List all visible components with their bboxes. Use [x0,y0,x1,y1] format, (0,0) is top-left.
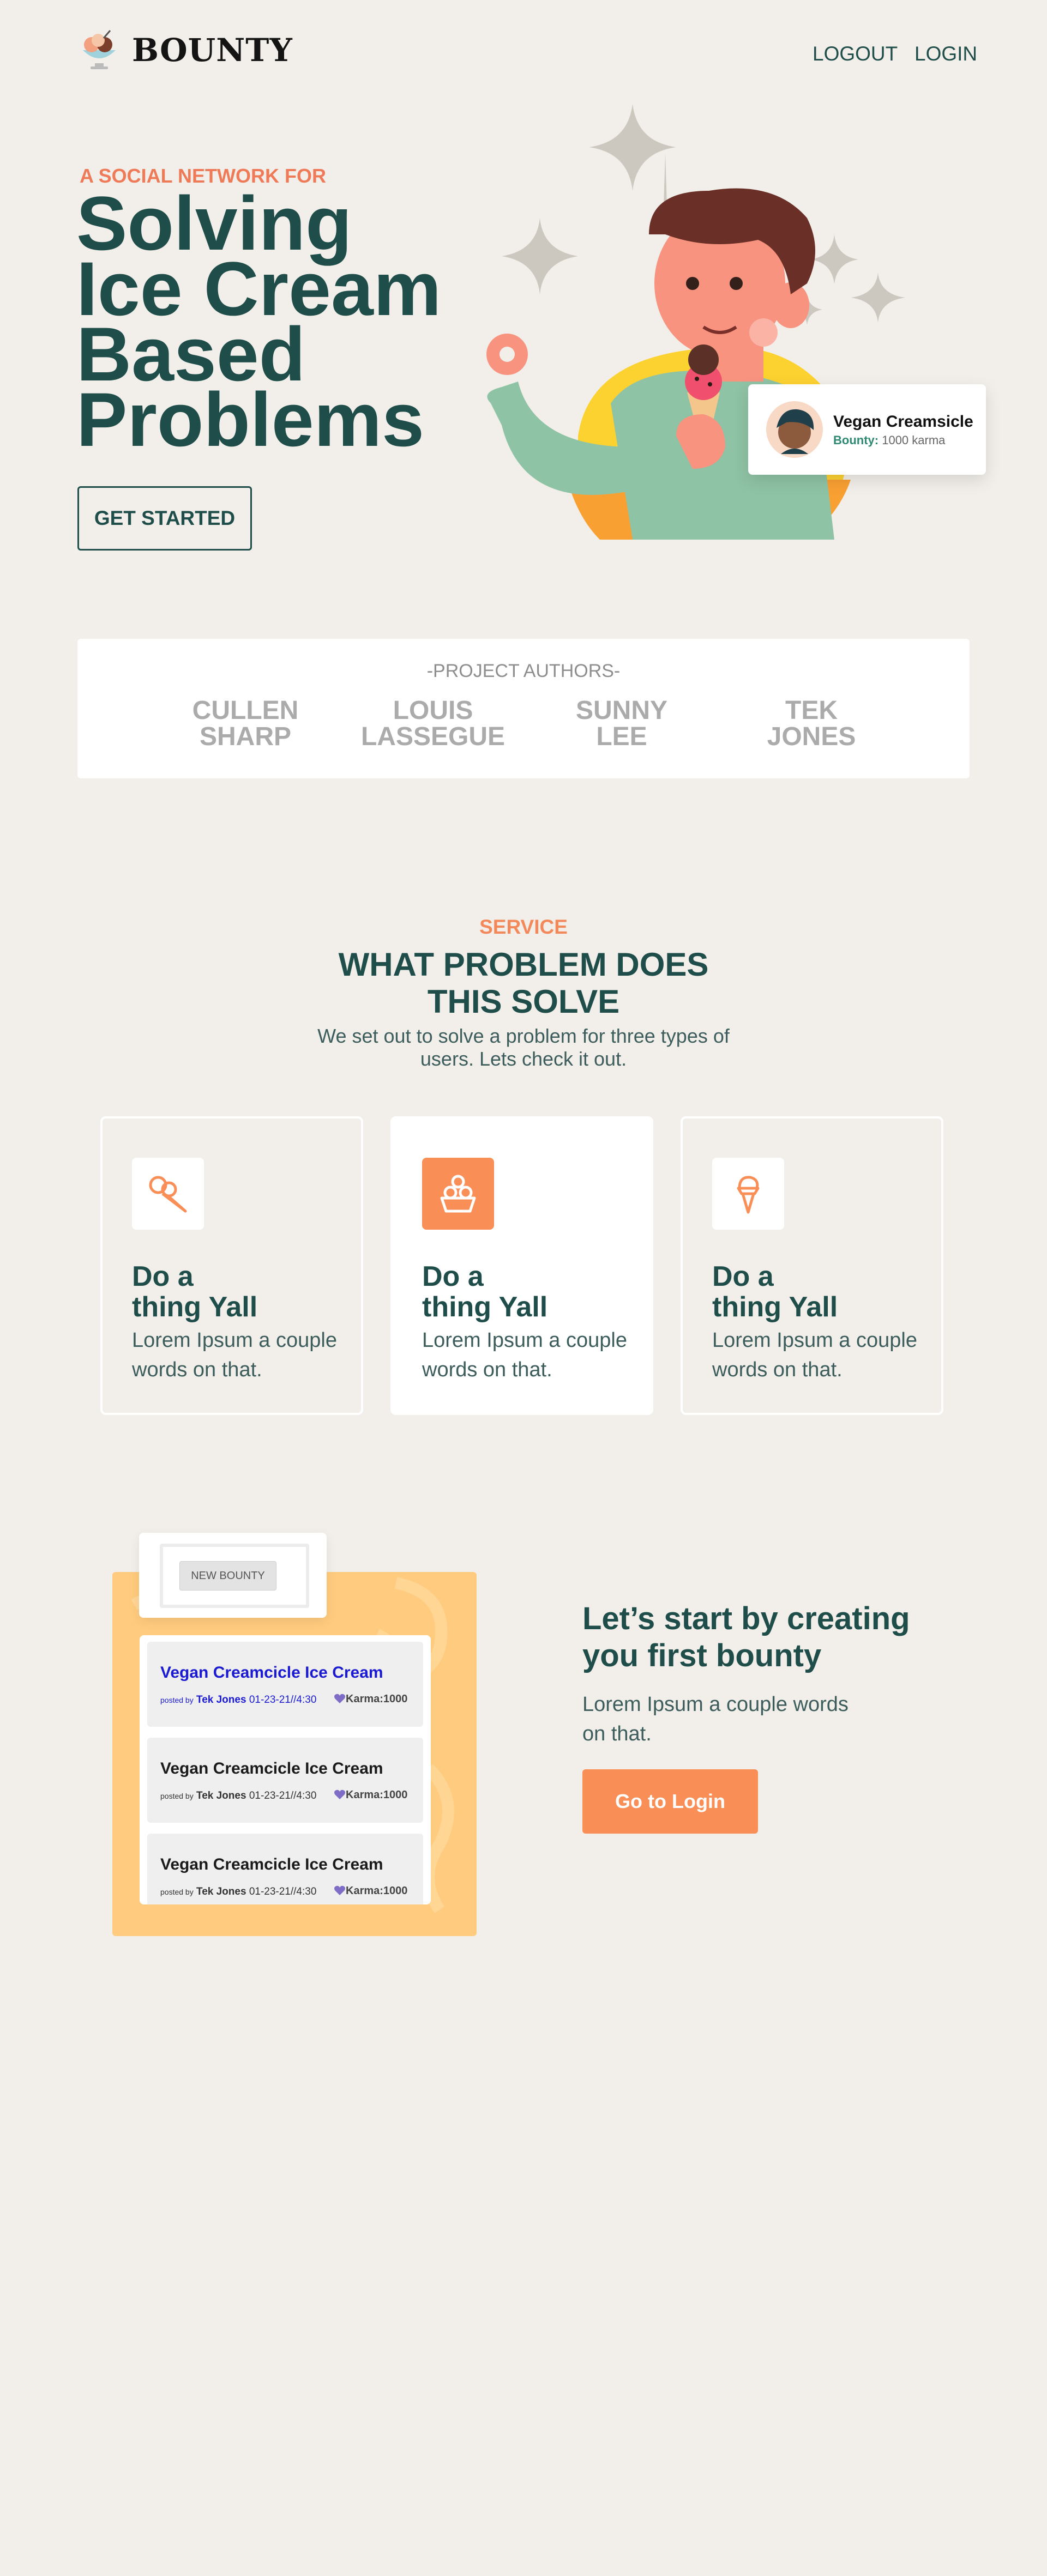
bounty-item-title[interactable]: Vegan Creamcicle Ice Cream [160,1759,383,1778]
author-name: LOUIS LASSEGUE [351,698,515,750]
service-card-description: Lorem Ipsum a couple words on that. [422,1329,627,1381]
author-name: TEK JONES [730,698,893,750]
bounty-item-title[interactable]: Vegan Creamcicle Ice Cream [160,1664,383,1682]
service-card-title-line: Do a [712,1261,774,1292]
ice-cream-scoop-icon [712,1158,784,1230]
service-card-title: Do a thing Yall [132,1261,257,1322]
cta-title-line: Let’s start by creating [582,1601,910,1636]
posted-by-label: posted by [160,1888,194,1896]
bounty-author[interactable]: Tek Jones [196,1694,246,1706]
bounty-label: Bounty: [833,433,879,447]
cta-title: Let’s start by creating you first bounty [582,1600,964,1674]
author-name: SUNNY LEE [540,698,703,750]
karma-badge: Karma:1000 [334,1885,407,1897]
login-link[interactable]: LOGIN [914,43,977,65]
bounty-list: Vegan Creamcicle Ice Cream posted by Tek… [140,1635,431,1904]
service-eyebrow: SERVICE [479,916,568,938]
new-bounty-card: NEW BOUNTY [139,1533,327,1618]
bounty-value: 1000 karma [882,433,946,447]
author-name: CULLEN SHARP [164,698,327,750]
service-card-title-line: thing Yall [712,1291,838,1323]
ice-cream-bowl-icon[interactable] [76,27,122,73]
author-last-name: LEE [596,722,647,751]
ice-cream-cup-icon [422,1158,494,1230]
author-first-name: SUNNY [575,696,668,725]
posted-by-label: posted by [160,1792,194,1800]
cta-title-line: you first bounty [582,1638,822,1673]
author-last-name: LASSEGUE [360,722,506,751]
karma-value: Karma:1000 [346,1789,408,1801]
karma-value: Karma:1000 [346,1693,408,1705]
author-first-name: LOUIS [393,696,473,725]
heart-icon [334,1885,345,1895]
bounty-date: 01-23-21//4:30 [249,1790,317,1801]
bounty-item-title[interactable]: Vegan Creamcicle Ice Cream [160,1855,383,1874]
bounty-item-meta: posted by Tek Jones 01-23-21//4:30 [160,1886,316,1898]
go-to-login-button[interactable]: Go to Login [582,1769,758,1834]
list-item[interactable]: Vegan Creamcicle Ice Cream posted by Tek… [147,1834,423,1904]
ice-cream-cone-icon [132,1158,204,1230]
author-last-name: SHARP [199,722,292,751]
service-card-title: Do a thing Yall [422,1261,547,1322]
list-item[interactable]: Vegan Creamcicle Ice Cream posted by Tek… [147,1642,423,1727]
bounty-author[interactable]: Tek Jones [196,1886,246,1897]
service-card-title-line: Do a [422,1261,484,1292]
service-title: WHAT PROBLEM DOES THIS SOLVE [305,946,742,1020]
service-description: We set out to solve a problem for three … [317,1025,730,1070]
karma-value: Karma:1000 [346,1885,408,1897]
posted-by-label: posted by [160,1696,194,1704]
service-card-title-line: thing Yall [422,1291,548,1323]
service-card-title: Do a thing Yall [712,1261,838,1322]
bounty-author[interactable]: Tek Jones [196,1790,246,1801]
cta-description: Lorem Ipsum a couple words on that. [582,1693,849,1745]
brand-logo-text[interactable]: BOUNTY [132,32,293,69]
get-started-button[interactable]: GET STARTED [77,486,252,551]
service-card-title-line: Do a [132,1261,194,1292]
new-bounty-button[interactable]: NEW BOUNTY [179,1561,276,1591]
service-card[interactable]: Do a thing Yall Lorem Ipsum a couple wor… [390,1116,653,1415]
heart-icon [334,1789,345,1799]
new-bounty-frame: NEW BOUNTY [160,1544,309,1608]
authors-heading: -PROJECT AUTHORS- [426,661,621,681]
hero-title: Solving Ice Cream Based Problems [76,185,458,462]
service-card-description: Lorem Ipsum a couple words on that. [132,1329,337,1381]
author-last-name: JONES [767,722,856,751]
project-authors-panel: -PROJECT AUTHORS- CULLEN SHARP LOUIS LAS… [77,639,970,778]
bounty-date: 01-23-21//4:30 [249,1886,317,1897]
karma-badge: Karma:1000 [334,1693,407,1706]
logout-link[interactable]: LOGOUT [813,43,898,65]
hero-title-line: Problems [76,377,424,462]
service-title-line: WHAT PROBLEM DOES [338,946,709,983]
bounty-card-title: Vegan Creamsicle [833,413,973,431]
service-card[interactable]: Do a thing Yall Lorem Ipsum a couple wor… [681,1116,943,1415]
bounty-item-meta: posted by Tek Jones 01-23-21//4:30 [160,1694,316,1706]
service-title-line: THIS SOLVE [427,983,620,1020]
service-card-title-line: thing Yall [132,1291,258,1323]
bounty-item-meta: posted by Tek Jones 01-23-21//4:30 [160,1790,316,1802]
author-first-name: TEK [785,696,838,725]
bounty-preview-card[interactable]: Vegan Creamsicle Bounty: 1000 karma [748,384,986,475]
service-card[interactable]: Do a thing Yall Lorem Ipsum a couple wor… [100,1116,363,1415]
karma-badge: Karma:1000 [334,1789,407,1801]
avatar [765,400,825,459]
list-item[interactable]: Vegan Creamcicle Ice Cream posted by Tek… [147,1738,423,1823]
bounty-date: 01-23-21//4:30 [249,1694,317,1706]
heart-icon [334,1694,345,1703]
author-first-name: CULLEN [192,696,299,725]
bounty-card-karma: Bounty: 1000 karma [833,433,945,448]
service-card-description: Lorem Ipsum a couple words on that. [712,1329,917,1381]
person-eating-ice-cream-illustration [469,98,938,567]
